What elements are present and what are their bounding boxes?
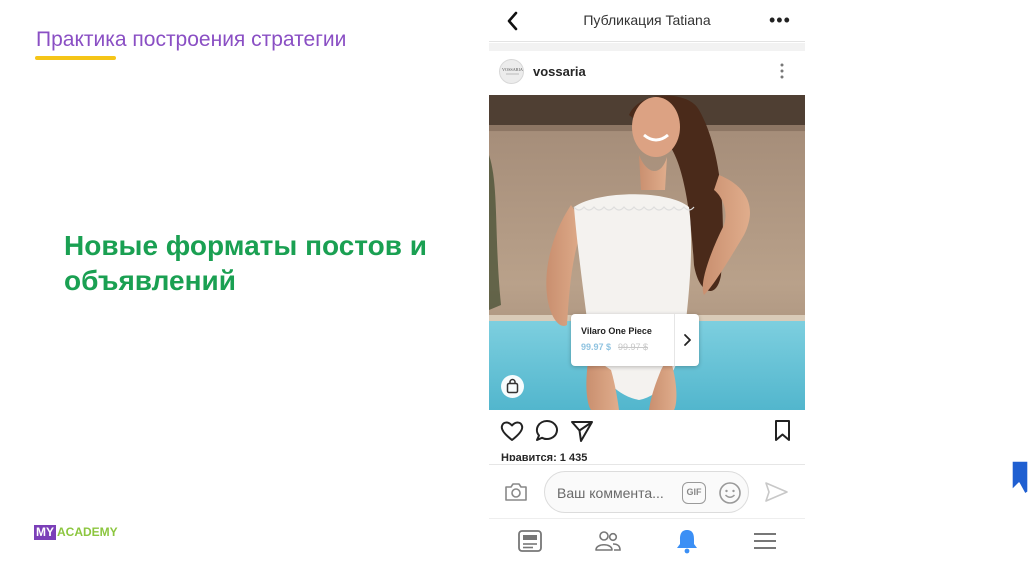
friends-icon[interactable] xyxy=(593,527,623,555)
bookmark-icon[interactable] xyxy=(770,418,796,444)
send-icon[interactable] xyxy=(569,418,595,444)
comment-placeholder: Ваш коммента... xyxy=(557,485,664,501)
likes-count[interactable]: Нравится: 1 435 xyxy=(501,452,587,461)
menu-icon[interactable] xyxy=(750,527,780,555)
header-title: Публикация Tatiana xyxy=(583,12,711,28)
phone-screen: Публикация Tatiana ••• VOSSARIA vossaria xyxy=(489,0,805,561)
comment-bar: Ваш коммента... GIF xyxy=(489,464,805,518)
chevron-right-icon[interactable] xyxy=(680,330,694,350)
slide-heading: Новые форматы постов и объявлений xyxy=(64,230,427,296)
post-header-bar: Публикация Tatiana ••• xyxy=(489,0,805,42)
separator xyxy=(489,43,805,51)
slide-title: Практика построения стратегии xyxy=(36,28,347,51)
post-author-row: VOSSARIA vossaria xyxy=(489,52,805,94)
avatar-text: VOSSARIA xyxy=(502,67,523,72)
more-horizontal-icon[interactable]: ••• xyxy=(769,10,791,31)
title-underline xyxy=(35,56,116,60)
post-actions xyxy=(489,418,805,448)
comment-input[interactable]: Ваш коммента... GIF xyxy=(544,471,749,513)
shopping-bag-icon[interactable] xyxy=(501,375,524,398)
heart-icon[interactable] xyxy=(499,418,525,444)
gif-icon[interactable]: GIF xyxy=(682,482,706,504)
tag-divider xyxy=(674,314,675,366)
comment-icon[interactable] xyxy=(534,418,560,444)
paper-plane-icon[interactable] xyxy=(763,480,789,504)
news-feed-icon[interactable] xyxy=(515,527,545,555)
notifications-bell-icon[interactable] xyxy=(672,527,702,555)
logo-my-text: MY xyxy=(34,524,56,540)
camera-icon[interactable] xyxy=(503,479,529,505)
product-tag-card[interactable]: Vilaro One Piece 99.97 $ 99.97 $ xyxy=(571,314,699,366)
myacademy-logo: MY ACADEMY xyxy=(34,524,118,540)
product-name: Vilaro One Piece xyxy=(581,326,652,336)
product-old-price: 99.97 $ xyxy=(618,342,649,352)
mouse-cursor-icon xyxy=(1011,460,1028,495)
logo-academy-text: ACADEMY xyxy=(57,524,118,539)
post-image[interactable]: Vilaro One Piece 99.97 $ 99.97 $ xyxy=(489,95,805,410)
bottom-tab-bar xyxy=(489,518,805,561)
emoji-icon[interactable] xyxy=(717,480,743,506)
post-username[interactable]: vossaria xyxy=(533,64,586,79)
avatar[interactable]: VOSSARIA xyxy=(499,59,524,84)
more-vertical-icon[interactable] xyxy=(778,61,786,81)
product-price: 99.97 $ xyxy=(581,342,612,352)
